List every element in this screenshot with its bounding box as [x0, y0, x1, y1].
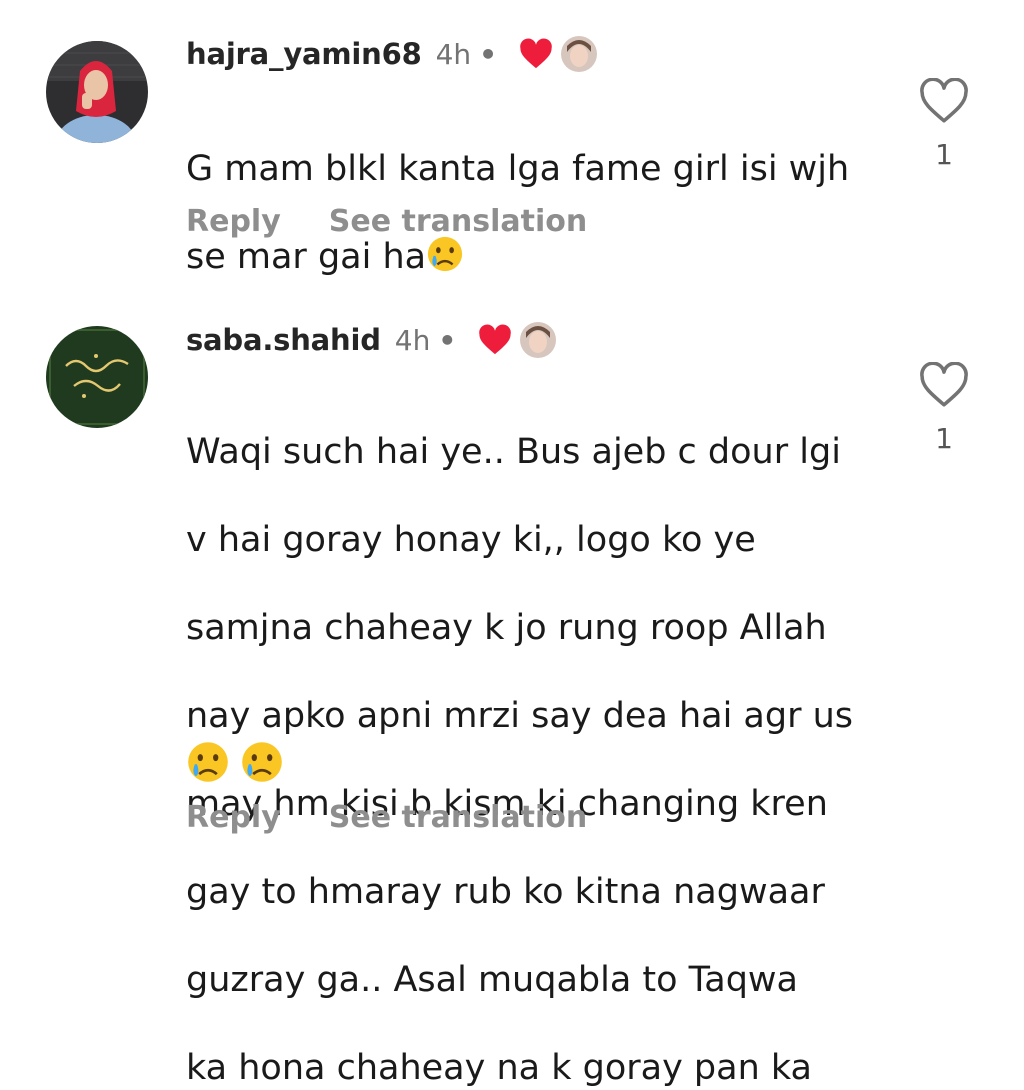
see-translation-button[interactable]: See translation — [329, 204, 587, 239]
comment-line: Waqi such hai ye.. Bus ajeb c dour lgi — [186, 432, 841, 472]
comment-line: guzray ga.. Asal muqabla to Taqwa — [186, 960, 799, 1000]
separator-dot: • — [479, 37, 498, 71]
comment-1: hajra_yamin68 4h • G mam blkl kanta lga … — [0, 0, 1024, 300]
comment-body: Waqi such hai ye.. Bus ajeb c dour lgi v… — [186, 386, 853, 1090]
separator-dot: • — [438, 323, 457, 357]
comment-meta: saba.shahid 4h • — [186, 320, 557, 360]
comment-line: se mar gai ha — [186, 237, 427, 277]
comment-line: gay to hmaray rub ko kitna nagwaar — [186, 872, 825, 912]
comment-line: samjna chaheay k jo rung roop Allah — [186, 608, 827, 648]
like-count: 1 — [935, 422, 953, 455]
crying-face-emoji-icon — [428, 236, 463, 272]
author-liked-heart-icon — [479, 324, 512, 355]
like-heart-icon[interactable] — [919, 78, 969, 124]
username[interactable]: saba.shahid — [186, 323, 381, 357]
comment-actions: Reply See translation — [186, 204, 587, 239]
avatar-calligraphy-icon — [46, 326, 148, 428]
like-column: 1 — [918, 362, 970, 455]
timestamp: 4h — [394, 323, 431, 357]
comment-line: v hai goray honay ki,, logo ko ye — [186, 520, 756, 560]
comment-actions: Reply See translation — [186, 800, 587, 835]
comment-meta: hajra_yamin68 4h • — [186, 34, 598, 74]
comment-body: G mam blkl kanta lga fame girl isi wjh s… — [186, 103, 849, 279]
like-count: 1 — [935, 138, 953, 171]
reply-button[interactable]: Reply — [186, 204, 281, 239]
author-liked-heart-icon — [520, 38, 552, 69]
author-avatar-icon — [561, 36, 598, 72]
crying-face-emoji-icon — [188, 742, 228, 782]
comment-line: G mam blkl kanta lga fame girl isi wjh — [186, 149, 850, 189]
crying-face-emoji-icon — [242, 742, 282, 782]
avatar-photo-icon — [46, 41, 148, 143]
comment-line: ka hona chaheay na k goray pan ka — [186, 1048, 812, 1088]
emoji-row — [186, 740, 284, 784]
comment-2: saba.shahid 4h • Waqi such hai ye.. Bus … — [0, 300, 1024, 1088]
timestamp: 4h — [435, 37, 472, 71]
author-avatar-icon — [520, 322, 557, 358]
like-heart-icon[interactable] — [919, 362, 969, 408]
username[interactable]: hajra_yamin68 — [186, 37, 422, 71]
user-avatar[interactable] — [46, 41, 148, 143]
reply-button[interactable]: Reply — [186, 800, 281, 835]
see-translation-button[interactable]: See translation — [329, 800, 587, 835]
comment-line: nay apko apni mrzi say dea hai agr us — [186, 696, 854, 736]
user-avatar[interactable] — [46, 326, 148, 428]
like-column: 1 — [918, 78, 970, 171]
